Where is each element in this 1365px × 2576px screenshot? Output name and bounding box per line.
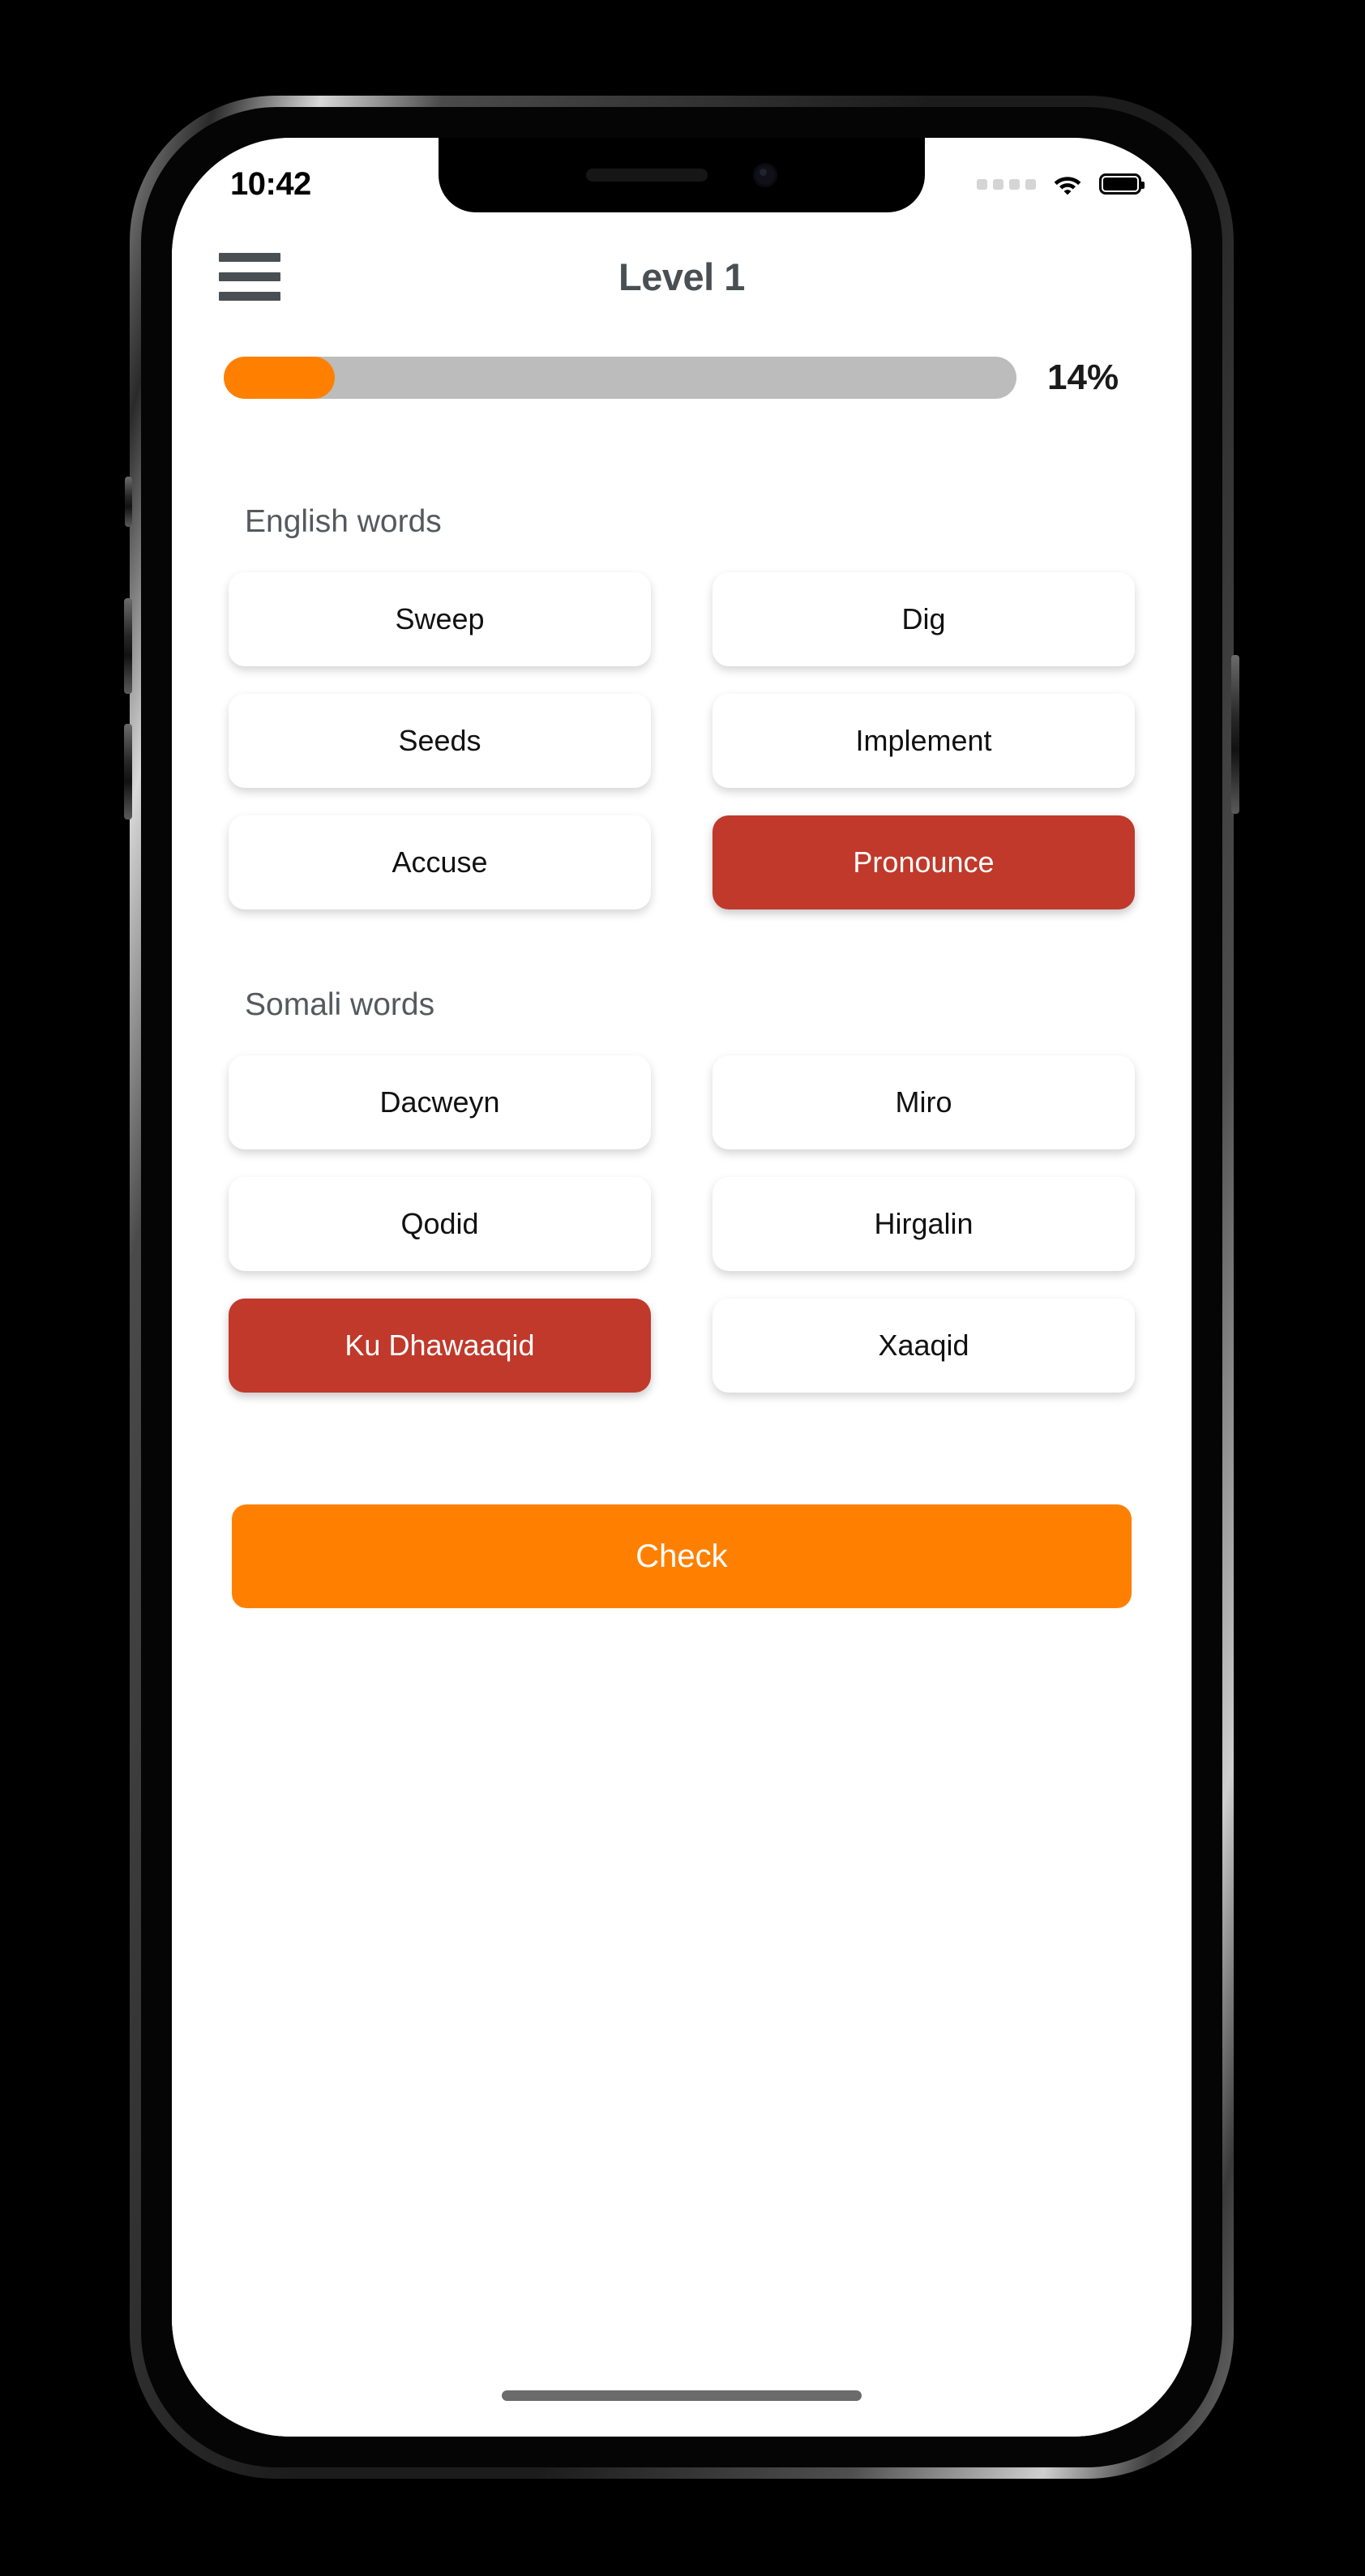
earpiece-speaker [586,169,708,182]
section-title-somali: Somali words [245,987,435,1022]
word-card-english-3[interactable]: Implement [712,694,1135,788]
progress-bar-fill [224,357,335,399]
cellular-signal-icon [977,178,1036,190]
progress-bar-track [224,357,1016,399]
volume-down-button[interactable] [124,724,132,819]
word-card-english-5[interactable]: Pronounce [712,815,1135,909]
status-bar-indicators [977,173,1145,195]
somali-words-section: Somali words Dacweyn Miro Qodid Hirgalin Ku … [219,987,1145,1393]
phone-device-frame: 10:42 Level 1 14% English words Sweep Di… [124,96,1239,2479]
status-bar-time: 10:42 [230,165,311,202]
phone-screen: 10:42 Level 1 14% English words Sweep Di… [172,138,1192,2437]
device-notch [439,138,925,212]
section-title-english: English words [245,504,442,539]
app-content: Level 1 14% English words Sweep Dig Seeds I… [172,216,1192,2437]
page-title: Level 1 [618,255,745,298]
hamburger-bar [219,252,280,262]
word-card-somali-1[interactable]: Miro [712,1055,1135,1149]
hamburger-bar [219,272,280,281]
english-word-grid: Sweep Dig Seeds Implement Accuse Pronounce [219,572,1145,909]
english-words-section: English words Sweep Dig Seeds Implement Accu… [219,504,1145,909]
word-card-somali-2[interactable]: Qodid [229,1177,651,1271]
power-button[interactable] [1231,655,1239,814]
battery-level-fill [1103,178,1137,190]
progress-percent-label: 14% [1047,357,1119,397]
word-card-english-2[interactable]: Seeds [229,694,651,788]
word-card-somali-3[interactable]: Hirgalin [712,1177,1135,1271]
home-indicator[interactable] [502,2390,862,2401]
hamburger-bar [219,291,280,301]
mute-switch-button[interactable] [125,477,132,527]
volume-up-button[interactable] [124,598,132,694]
word-card-somali-5[interactable]: Xaaqid [712,1299,1135,1393]
app-header: Level 1 [219,216,1145,337]
level-progress: 14% [219,357,1145,399]
word-card-english-1[interactable]: Dig [712,572,1135,666]
word-card-somali-0[interactable]: Dacweyn [229,1055,651,1149]
word-card-english-0[interactable]: Sweep [229,572,651,666]
hamburger-menu-icon[interactable] [219,252,280,301]
battery-icon [1099,173,1145,195]
word-card-english-4[interactable]: Accuse [229,815,651,909]
somali-word-grid: Dacweyn Miro Qodid Hirgalin Ku Dhawaaqid Xaaq… [219,1055,1145,1393]
check-button[interactable]: Check [232,1504,1132,1608]
word-card-somali-4[interactable]: Ku Dhawaaqid [229,1299,651,1393]
device-bezel: 10:42 Level 1 14% English words Sweep Di… [141,107,1222,2467]
front-camera-icon [753,163,777,187]
wifi-icon [1054,177,1081,195]
